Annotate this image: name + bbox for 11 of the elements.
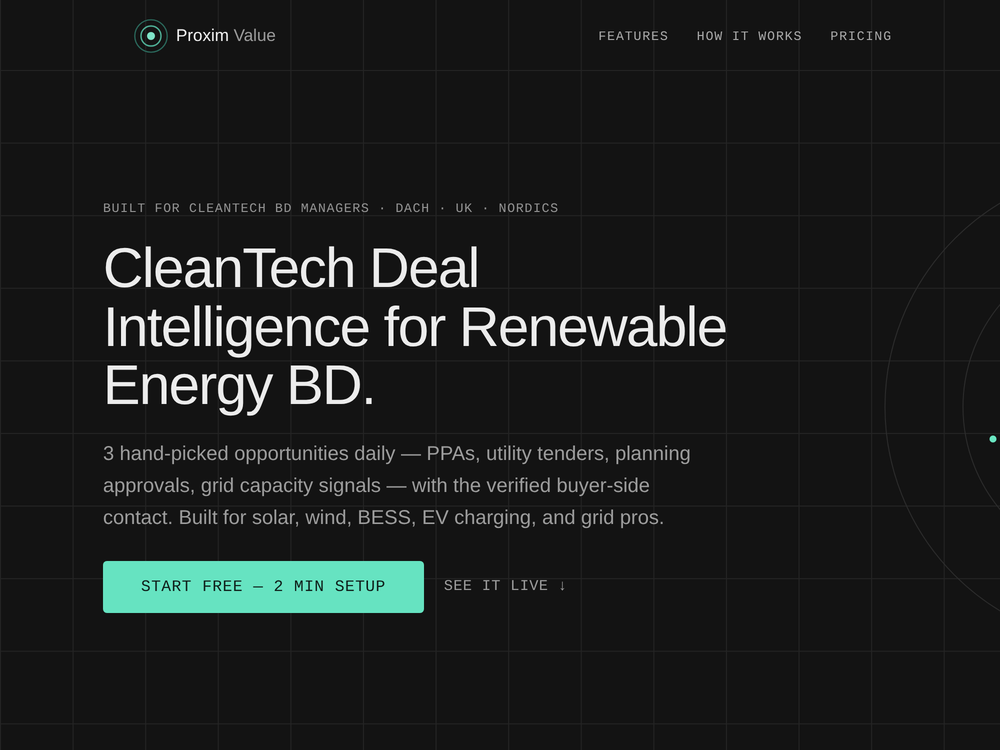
nav-link[interactable]: PRICING <box>830 28 892 44</box>
dot-icon <box>989 435 997 443</box>
home-logo-link[interactable]: Proxim Value <box>134 19 276 53</box>
hero-headline: CleanTech Deal Intelligence for Renewable Energy BD. <box>103 239 728 414</box>
start-free-button[interactable]: START FREE — 2 MIN SETUP <box>103 560 424 612</box>
nav-link[interactable]: HOW IT WORKS <box>696 28 802 44</box>
nav-link[interactable]: FEATURES <box>598 28 669 44</box>
tagline-text: BUILT FOR CLEANTECH BD MANAGERS · DACH · UK · NORDICS <box>103 201 560 217</box>
see-it-live-link[interactable]: SEE IT LIVE ↓ <box>444 578 568 595</box>
concentric-rings-logo-icon <box>134 19 168 53</box>
hero-description: 3 hand-picked opportunities daily — PPAs, utility tenders, planning approvals, grid capacity signals — with the verified buyer-side contact. Built for solar, wind, BESS, EV charging, and grid pros. <box>103 442 692 530</box>
